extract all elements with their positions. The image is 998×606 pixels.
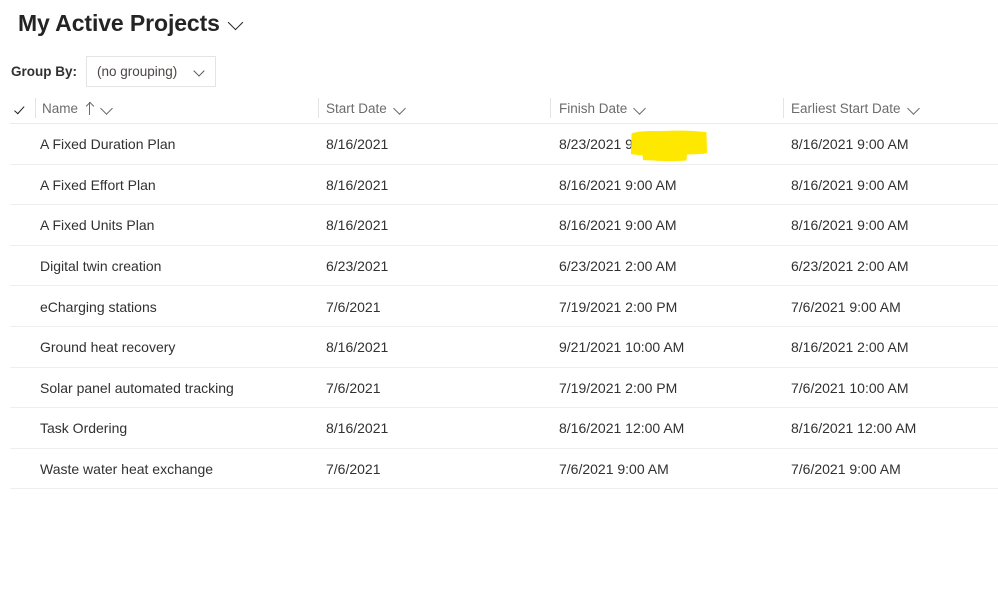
cell-earliest-start-date: 8/16/2021 9:00 AM [791,176,909,193]
table-row[interactable]: Task Ordering 8/16/2021 8/16/2021 12:00 AM… [0,408,998,449]
column-header-name[interactable]: Name [42,93,114,124]
table-row[interactable]: A Fixed Effort Plan 8/16/2021 8/16/2021 9:… [0,165,998,206]
cell-earliest-start-date: 8/16/2021 2:00 AM [791,339,909,356]
chevron-down-icon [194,66,206,78]
group-by-dropdown[interactable]: (no grouping) [86,56,216,87]
cell-name[interactable]: eCharging stations [40,286,157,327]
header-divider [550,98,551,118]
cell-earliest-start-date: 8/16/2021 9:00 AM [791,136,909,153]
group-by-toolbar: Group By: (no grouping) [11,56,216,87]
cell-name[interactable]: Digital twin creation [40,246,161,287]
checkmark-icon [15,101,30,116]
cell-start-date: 7/6/2021 [326,379,381,396]
cell-finish-date: 7/19/2021 2:00 PM [559,298,678,315]
chevron-down-icon[interactable] [634,102,647,115]
table-row[interactable]: A Fixed Units Plan 8/16/2021 8/16/2021 9:0… [0,205,998,246]
cell-finish-date: 8/16/2021 9:00 AM [559,217,677,234]
cell-start-date: 6/23/2021 [326,258,389,275]
chevron-down-icon[interactable] [394,102,407,115]
cell-start-date: 8/16/2021 [326,217,389,234]
cell-start-date: 7/6/2021 [326,461,381,478]
table-row[interactable]: Ground heat recovery 8/16/2021 9/21/2021 1… [0,327,998,368]
page-header[interactable]: My Active Projects [18,8,245,38]
cell-name[interactable]: A Fixed Units Plan [40,205,154,246]
table-row[interactable]: Waste water heat exchange 7/6/2021 7/6/202… [0,449,998,490]
table-row[interactable]: A Fixed Duration Plan 8/16/2021 8/23/2021 … [0,124,998,165]
cell-start-date: 7/6/2021 [326,298,381,315]
cell-finish-date: 7/19/2021 2:00 PM [559,379,678,396]
group-by-label: Group By: [11,64,77,79]
cell-name[interactable]: A Fixed Duration Plan [40,124,175,165]
arrow-up-icon[interactable] [85,102,94,115]
page-title: My Active Projects [18,10,220,36]
cell-earliest-start-date: 6/23/2021 2:00 AM [791,258,909,275]
header-divider [783,98,784,118]
cell-finish-date: 7/6/2021 9:00 AM [559,461,669,478]
column-header-label: Start Date [326,101,387,116]
chevron-down-icon[interactable] [229,15,245,31]
cell-start-date: 8/16/2021 [326,420,389,437]
table-row[interactable]: Digital twin creation 6/23/2021 6/23/2021 … [0,246,998,287]
header-divider [318,98,319,118]
cell-earliest-start-date: 7/6/2021 10:00 AM [791,379,909,396]
column-header-earliest-start-date[interactable]: Earliest Start Date [791,93,921,124]
cell-earliest-start-date: 8/16/2021 9:00 AM [791,217,909,234]
cell-start-date: 8/16/2021 [326,136,389,153]
cell-earliest-start-date: 8/16/2021 12:00 AM [791,420,917,437]
column-header-finish-date[interactable]: Finish Date [559,93,647,124]
group-by-value: (no grouping) [97,64,178,79]
table-row[interactable]: Solar panel automated tracking 7/6/2021 7/… [0,368,998,409]
table-body: A Fixed Duration Plan 8/16/2021 8/23/2021 … [0,124,998,489]
cell-name[interactable]: Task Ordering [40,408,127,449]
column-header-label: Name [42,101,79,116]
cell-finish-date: 8/16/2021 12:00 AM [559,420,685,437]
cell-finish-date: 9/21/2021 10:00 AM [559,339,685,356]
chevron-down-icon[interactable] [908,102,921,115]
cell-finish-date: 8/23/2021 9:00 AM [559,136,677,153]
select-all-checkbox[interactable] [15,93,30,124]
cell-name[interactable]: Solar panel automated tracking [40,368,234,409]
header-divider [35,98,36,118]
table-header: Name Start Date Finish Date Earliest Sta… [0,93,998,124]
cell-name[interactable]: Ground heat recovery [40,327,175,368]
table-row[interactable]: eCharging stations 7/6/2021 7/19/2021 2:00… [0,286,998,327]
column-header-label: Earliest Start Date [791,101,901,116]
column-header-label: Finish Date [559,101,628,116]
cell-start-date: 8/16/2021 [326,339,389,356]
cell-earliest-start-date: 7/6/2021 9:00 AM [791,461,901,478]
cell-start-date: 8/16/2021 [326,176,389,193]
cell-finish-date: 8/16/2021 9:00 AM [559,176,677,193]
chevron-down-icon[interactable] [101,102,114,115]
cell-earliest-start-date: 7/6/2021 9:00 AM [791,298,901,315]
column-header-start-date[interactable]: Start Date [326,93,407,124]
cell-finish-date: 6/23/2021 2:00 AM [559,258,677,275]
cell-name[interactable]: A Fixed Effort Plan [40,165,156,206]
cell-name[interactable]: Waste water heat exchange [40,449,213,490]
